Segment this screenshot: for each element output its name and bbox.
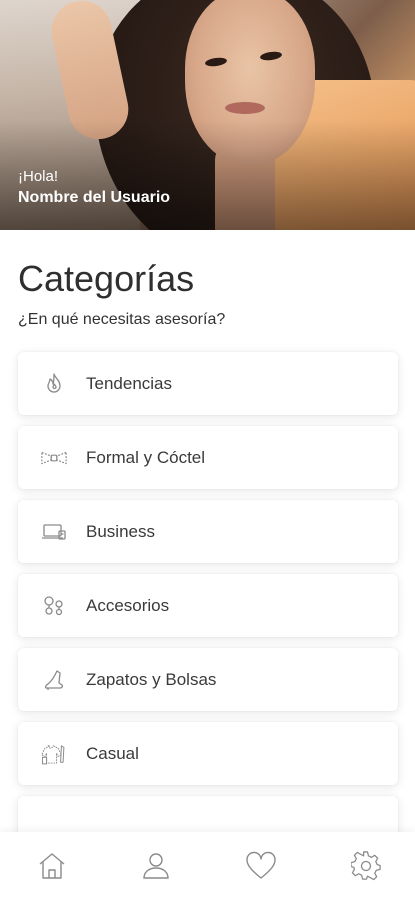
user-name: Nombre del Usuario — [18, 189, 171, 206]
bowtie-icon — [40, 444, 68, 472]
page-title: Categorías — [18, 258, 195, 299]
hero-banner: ¡Hola! Nombre del Usuario — [0, 0, 415, 230]
category-card-zapatos[interactable]: Zapatos y Bolsas — [18, 648, 398, 711]
category-label: Zapatos y Bolsas — [86, 669, 217, 689]
category-list: Tendencias Formal y Cóctel Business Acce… — [18, 352, 398, 847]
heart-icon[interactable] — [245, 850, 277, 882]
greeting-text: ¡Hola! — [18, 168, 59, 185]
category-card-tendencias[interactable]: Tendencias — [18, 352, 398, 415]
flame-icon — [40, 370, 68, 398]
bottom-navigation — [0, 832, 415, 900]
category-card-partial[interactable] — [18, 796, 398, 836]
category-card-formal[interactable]: Formal y Cóctel — [18, 426, 398, 489]
hero-shade — [0, 120, 415, 230]
category-card-business[interactable]: Business — [18, 500, 398, 563]
category-card-accesorios[interactable]: Accesorios — [18, 574, 398, 637]
high-heel-icon — [40, 666, 68, 694]
category-label: Tendencias — [86, 373, 173, 393]
category-label: Casual — [86, 743, 139, 763]
category-card-casual[interactable]: Casual — [18, 722, 398, 785]
category-label: Business — [86, 521, 155, 541]
earrings-icon — [40, 592, 68, 620]
category-label: Formal y Cóctel — [86, 447, 206, 467]
category-label: Accesorios — [86, 595, 170, 615]
page-subtitle: ¿En qué necesitas asesoría? — [18, 311, 226, 328]
laptop-icon — [40, 518, 68, 546]
gear-icon[interactable] — [350, 850, 382, 882]
shirt-icon — [40, 740, 68, 768]
home-icon[interactable] — [36, 850, 68, 882]
hero-photo-lips — [225, 102, 265, 114]
user-icon[interactable] — [140, 850, 172, 882]
